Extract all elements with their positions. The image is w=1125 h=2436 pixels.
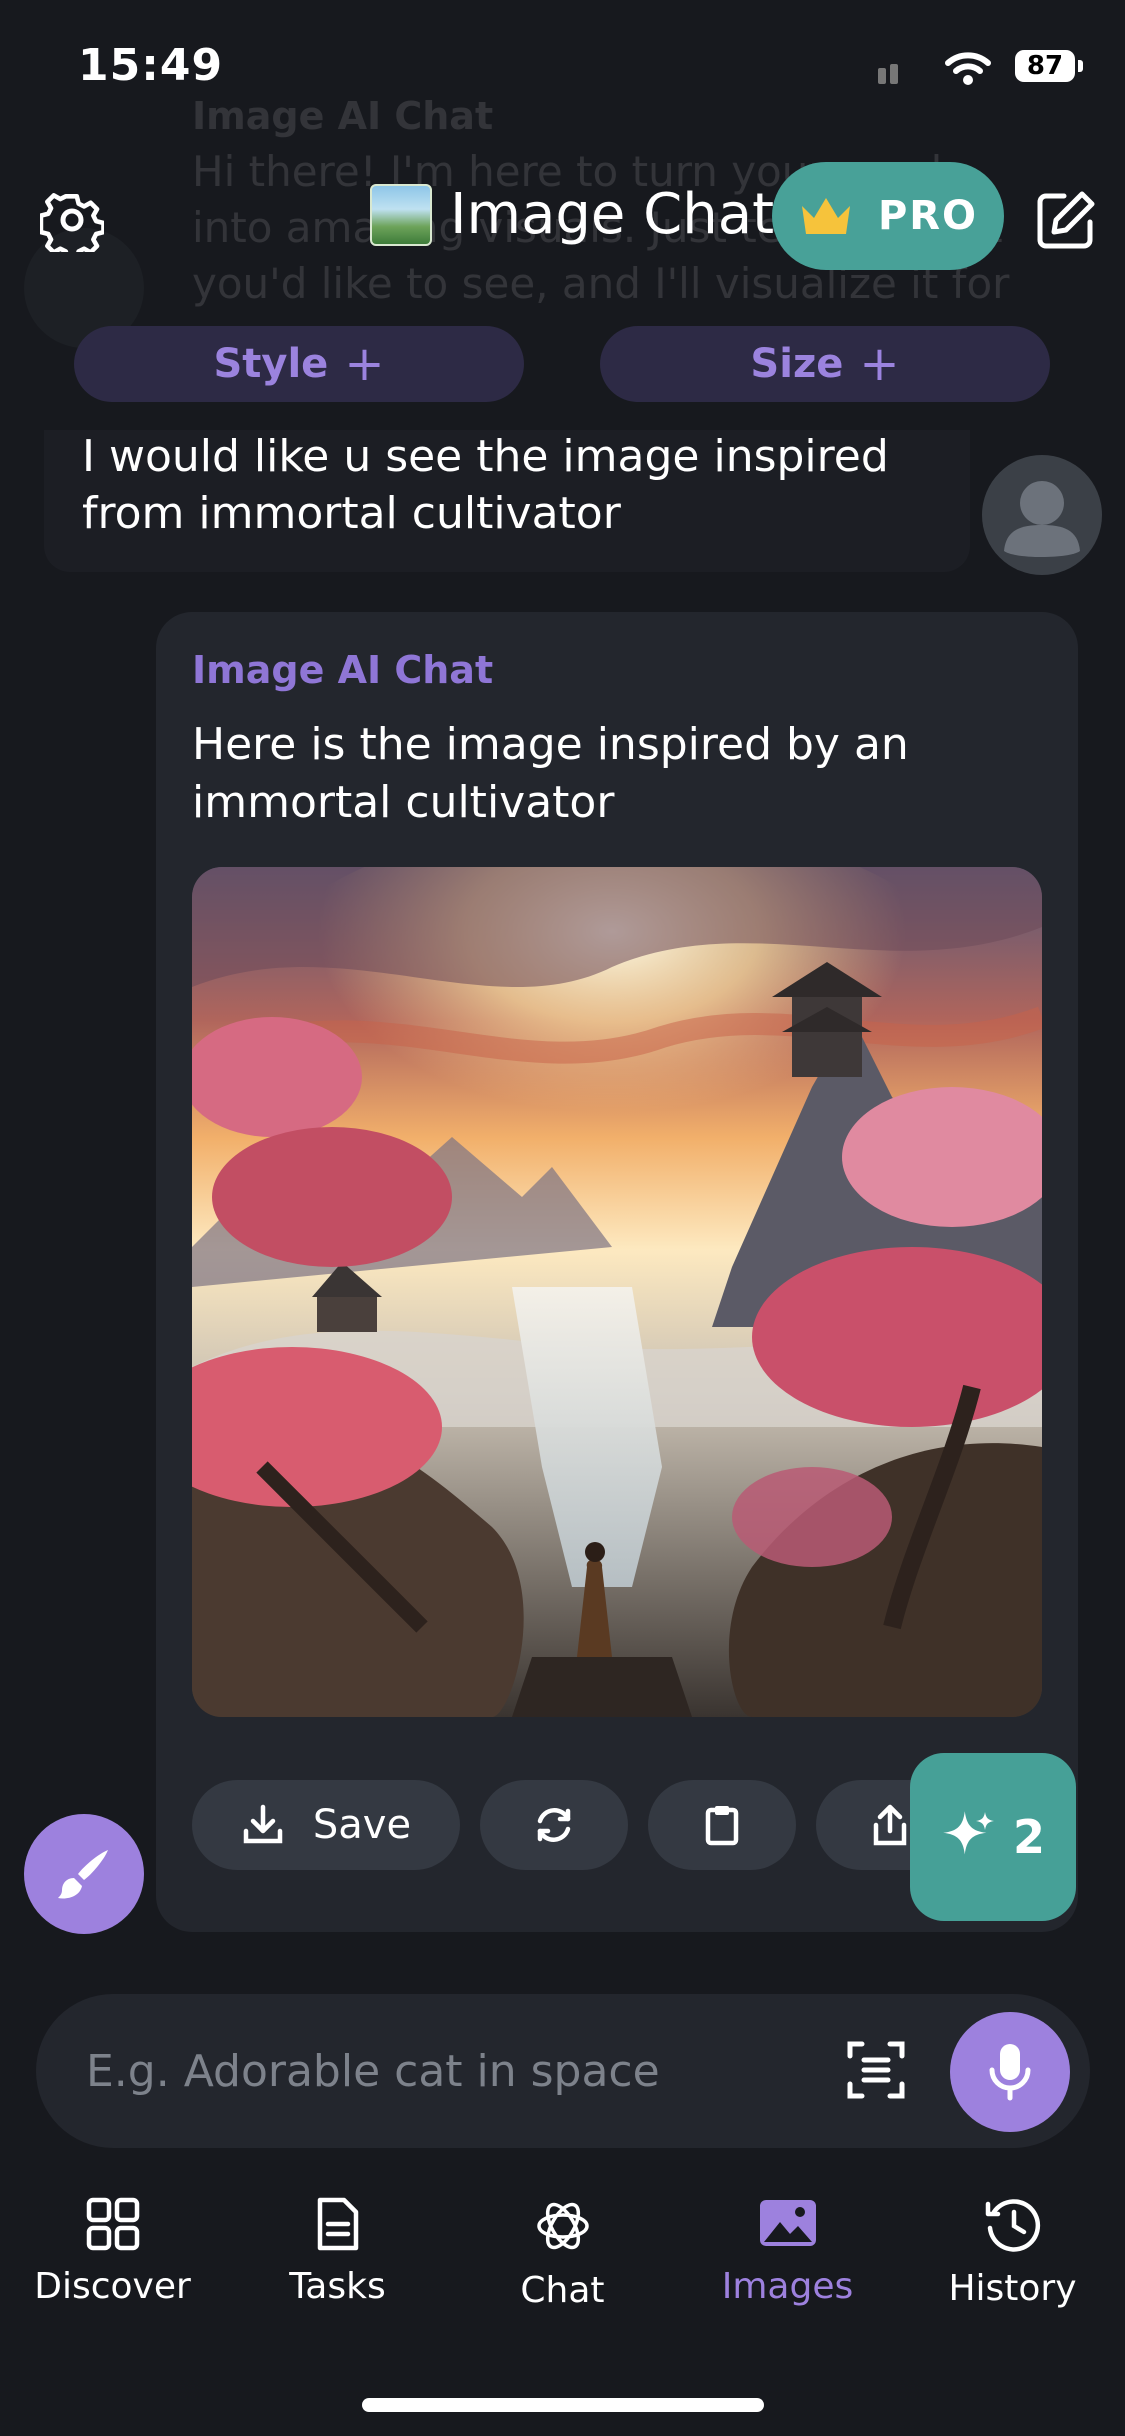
plus-icon: + bbox=[859, 336, 900, 392]
regenerate-button[interactable] bbox=[480, 1780, 628, 1870]
refresh-icon bbox=[537, 1808, 571, 1842]
user-avatar bbox=[982, 455, 1102, 575]
tab-label: Discover bbox=[34, 2266, 191, 2307]
generated-artwork bbox=[192, 867, 1042, 1717]
grid-icon bbox=[86, 2197, 139, 2251]
header-title: Image Chat bbox=[370, 182, 774, 247]
signal-icon bbox=[878, 64, 898, 84]
save-label: Save bbox=[312, 1802, 412, 1848]
credits-button[interactable]: 2 bbox=[910, 1753, 1076, 1921]
wifi-icon bbox=[945, 52, 991, 85]
tab-discover[interactable]: Discover bbox=[0, 2196, 225, 2307]
scan-text-icon[interactable] bbox=[846, 2040, 906, 2100]
save-button[interactable]: Save bbox=[192, 1780, 460, 1870]
tab-label: Tasks bbox=[289, 2266, 386, 2307]
tab-label: Chat bbox=[520, 2270, 605, 2311]
microphone-icon bbox=[989, 2044, 1031, 2101]
download-icon bbox=[243, 1804, 283, 1844]
plus-icon: + bbox=[344, 336, 385, 392]
sparkles-icon bbox=[943, 1811, 994, 1855]
status-time: 15:49 bbox=[78, 40, 224, 91]
tab-images[interactable]: Images bbox=[675, 2196, 900, 2307]
credits-count: 2 bbox=[1012, 1810, 1045, 1864]
clock-history-icon bbox=[985, 2199, 1040, 2252]
pro-button[interactable]: PRO bbox=[772, 162, 1004, 270]
image-icon bbox=[759, 2200, 816, 2246]
size-chip[interactable]: Size + bbox=[600, 326, 1050, 402]
document-icon bbox=[317, 2197, 358, 2251]
tab-label: History bbox=[948, 2268, 1077, 2309]
battery-indicator: 87 bbox=[1015, 50, 1083, 82]
microphone-button[interactable] bbox=[950, 2012, 1070, 2132]
chat-knot-icon bbox=[536, 2202, 589, 2250]
copy-button[interactable] bbox=[648, 1780, 796, 1870]
share-icon bbox=[873, 1804, 907, 1846]
brush-button[interactable] bbox=[24, 1814, 144, 1934]
prompt-input[interactable] bbox=[84, 2040, 808, 2102]
tab-label: Images bbox=[721, 2266, 854, 2307]
bot-name: Image AI Chat bbox=[192, 648, 494, 692]
crown-icon bbox=[801, 198, 850, 234]
tab-chat[interactable]: Chat bbox=[450, 2196, 675, 2311]
pro-label: PRO bbox=[877, 193, 979, 239]
new-chat-edit-icon[interactable] bbox=[1034, 188, 1098, 252]
user-message-text: I would like u see the image inspired fr… bbox=[82, 431, 889, 539]
home-indicator bbox=[362, 2398, 764, 2412]
header-title-text: Image Chat bbox=[450, 182, 775, 247]
person-icon bbox=[1004, 481, 1080, 557]
generated-image[interactable] bbox=[192, 867, 1042, 1717]
paintbrush-icon bbox=[58, 1850, 108, 1899]
image-thumb-icon bbox=[370, 183, 432, 246]
tab-history[interactable]: History bbox=[900, 2196, 1125, 2309]
bot-message-text: Here is the image inspired by an immorta… bbox=[192, 719, 909, 828]
clipboard-icon bbox=[705, 1806, 739, 1846]
ghost-name: Image AI Chat bbox=[192, 94, 494, 138]
size-chip-label: Size bbox=[750, 341, 844, 387]
style-chip-label: Style bbox=[213, 341, 329, 387]
tab-tasks[interactable]: Tasks bbox=[225, 2196, 450, 2307]
settings-gear-icon[interactable] bbox=[40, 188, 104, 252]
style-chip[interactable]: Style + bbox=[74, 326, 524, 402]
